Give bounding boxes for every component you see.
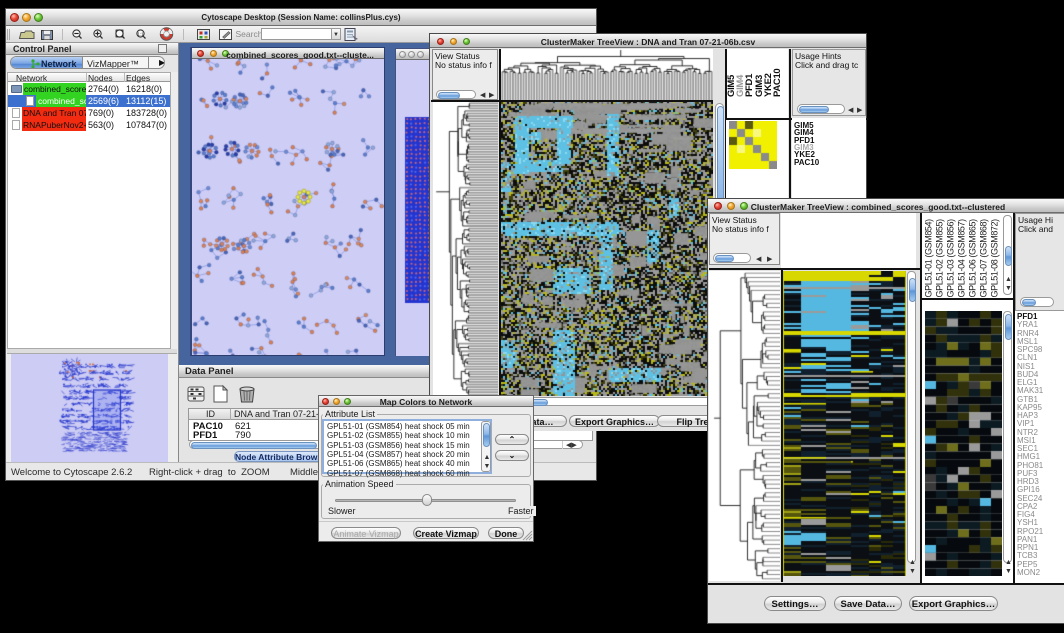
svg-text:1:1: 1:1 <box>137 32 144 37</box>
